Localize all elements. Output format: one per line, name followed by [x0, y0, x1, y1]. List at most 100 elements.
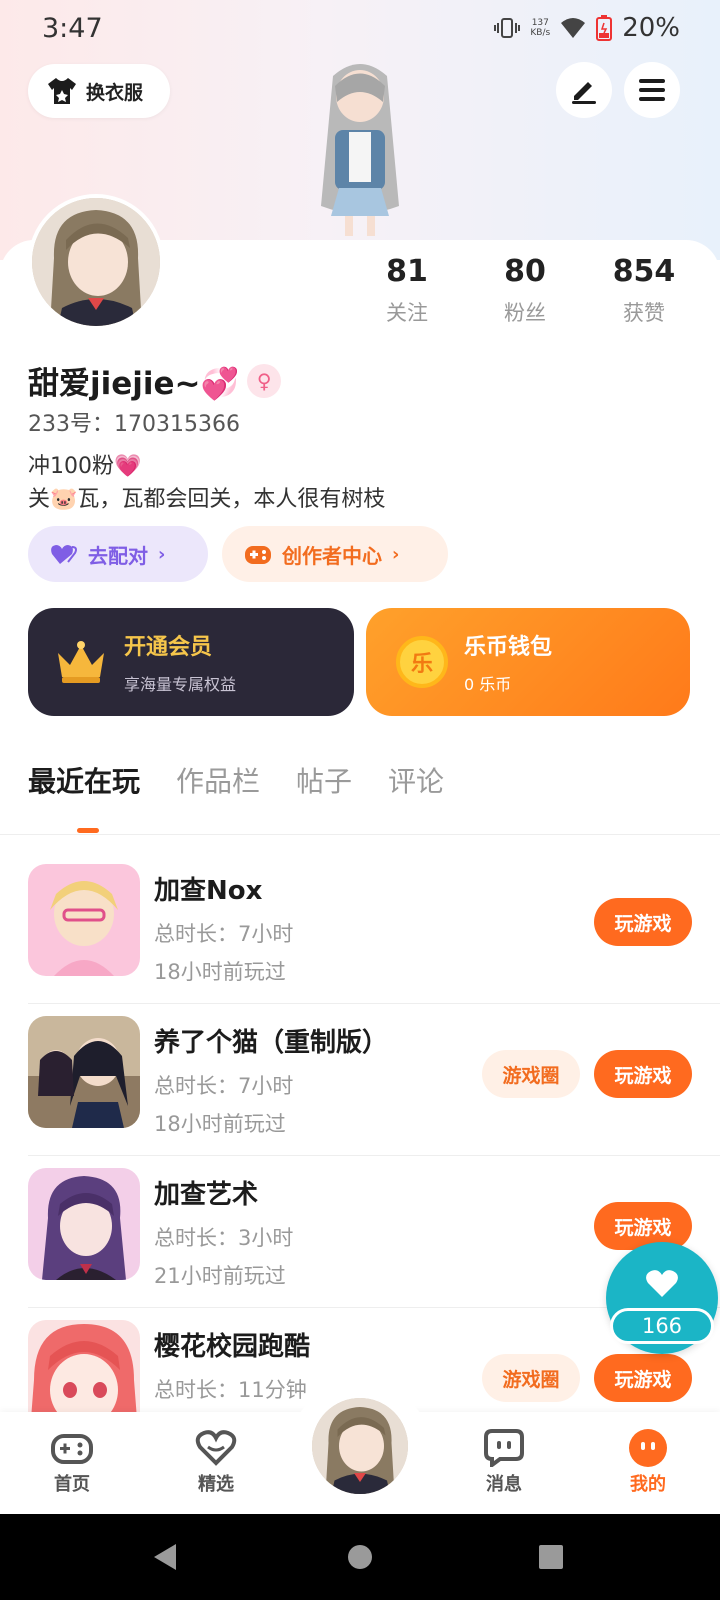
nickname: 甜爱jiejie~💞 ♀ [28, 358, 282, 403]
chevron-right-icon: › [392, 543, 400, 565]
chat-icon [484, 1429, 524, 1467]
game-cover [28, 864, 140, 976]
shirt-icon [48, 78, 76, 104]
gamepad-icon [245, 546, 271, 564]
coin-char: 乐 [410, 652, 433, 677]
crown-icon [58, 641, 104, 683]
game-cover [28, 1016, 140, 1128]
game-last-played: 21小时前玩过 [154, 1264, 286, 1288]
wardrobe-label: 换衣服 [86, 81, 144, 104]
bio-line-1: 冲100粉💗 [28, 454, 142, 479]
like-count: 166 [610, 1308, 714, 1344]
status-bar: 3:47 137 KB/s 20% [0, 0, 720, 56]
battery-icon [596, 15, 613, 41]
tab-indicator [77, 828, 99, 833]
wallet-card[interactable]: 乐 乐币钱包 0 乐币 [366, 608, 690, 716]
bio: 冲100粉💗 关🐷瓦，瓦都会回关，本人很有树枝 [28, 450, 385, 516]
profile-face-icon [629, 1429, 667, 1467]
wallet-balance: 0 乐币 [464, 675, 512, 694]
avatar-image [32, 198, 160, 326]
vip-card[interactable]: 开通会员 享海量专属权益 [28, 608, 354, 716]
game-duration: 总时长：11分钟 [154, 1378, 307, 1402]
game-name: 加查Nox [154, 876, 263, 906]
profile-avatar[interactable] [28, 194, 164, 330]
tabs: 最近在玩 作品栏 帖子 评论 [28, 760, 444, 800]
play-game-button[interactable]: 玩游戏 [594, 898, 692, 946]
status-time: 3:47 [42, 12, 103, 44]
game-name: 樱花校园跑酷 [154, 1332, 311, 1362]
stat-fans[interactable]: 80 粉丝 [475, 254, 575, 327]
play-game-button[interactable]: 玩游戏 [594, 1050, 692, 1098]
stat-likes-label: 获赞 [623, 301, 665, 325]
creator-label: 创作者中心 [282, 543, 382, 568]
system-nav-bar [0, 1514, 720, 1600]
game-row[interactable]: 加查Nox 总时长：7小时 18小时前玩过 玩游戏 [28, 852, 720, 1004]
coin-icon: 乐 [396, 636, 448, 688]
nav-mine-label: 我的 [630, 1474, 666, 1495]
game-circle-button[interactable]: 游戏圈 [482, 1354, 580, 1402]
net-speed: 137 KB/s [530, 18, 551, 38]
game-duration: 总时长：7小时 [154, 922, 294, 946]
stat-fans-label: 粉丝 [504, 301, 546, 325]
back-icon[interactable] [152, 1542, 178, 1572]
tabs-divider [0, 834, 720, 835]
wallet-title: 乐币钱包 [464, 635, 553, 660]
character-figure [321, 64, 399, 236]
creator-center-button[interactable]: 创作者中心 › [222, 526, 448, 582]
play-game-button[interactable]: 玩游戏 [594, 1354, 692, 1402]
nav-featured[interactable]: 精选 [166, 1426, 266, 1496]
wifi-icon [561, 18, 586, 38]
stat-following-num: 81 [386, 254, 428, 289]
home-icon[interactable] [347, 1544, 373, 1570]
menu-icon [639, 79, 665, 101]
avatar-image [312, 1398, 408, 1494]
nav-messages[interactable]: 消息 [454, 1426, 554, 1496]
vibrate-icon [494, 18, 521, 38]
nav-featured-label: 精选 [198, 1474, 234, 1495]
bio-line-2: 关🐷瓦，瓦都会回关，本人很有树枝 [28, 487, 386, 512]
tab-works[interactable]: 作品栏 [176, 760, 260, 800]
tab-comments[interactable]: 评论 [388, 760, 444, 800]
stat-likes-num: 854 [612, 254, 676, 289]
wardrobe-button[interactable]: 换衣服 [28, 64, 170, 118]
nav-home-label: 首页 [54, 1474, 90, 1495]
game-duration: 总时长：3小时 [154, 1226, 294, 1250]
stat-following-label: 关注 [386, 301, 428, 325]
match-label: 去配对 [88, 543, 148, 568]
status-icons: 137 KB/s 20% [494, 13, 680, 43]
game-name: 加查艺术 [154, 1180, 259, 1210]
game-name: 养了个猫（重制版） [154, 1028, 389, 1058]
gamepad-icon [51, 1434, 93, 1464]
nickname-text: 甜爱jiejie~💞 [28, 366, 240, 402]
hearts-icon [51, 545, 77, 564]
vip-title: 开通会员 [124, 635, 213, 660]
recents-icon[interactable] [538, 1544, 564, 1570]
female-icon: ♀ [247, 363, 282, 398]
stat-following[interactable]: 81 关注 [357, 254, 457, 327]
stat-fans-num: 80 [504, 254, 546, 289]
nav-home[interactable]: 首页 [22, 1426, 122, 1496]
game-duration: 总时长：7小时 [154, 1074, 294, 1098]
heart-icon [646, 1270, 678, 1297]
game-circle-button[interactable]: 游戏圈 [482, 1050, 580, 1098]
stat-likes[interactable]: 854 获赞 [594, 254, 694, 327]
play-game-button[interactable]: 玩游戏 [594, 1202, 692, 1250]
edit-button[interactable] [556, 62, 612, 118]
nav-center-avatar-button[interactable] [308, 1394, 412, 1498]
battery-percent: 20% [622, 13, 680, 43]
tab-recent[interactable]: 最近在玩 [28, 760, 140, 800]
game-last-played: 18小时前玩过 [154, 960, 286, 984]
nav-messages-label: 消息 [486, 1474, 522, 1495]
game-cover [28, 1168, 140, 1280]
nav-mine[interactable]: 我的 [598, 1426, 698, 1496]
game-row[interactable]: 养了个猫（重制版） 总时长：7小时 18小时前玩过 游戏圈 玩游戏 [28, 1004, 720, 1156]
match-button[interactable]: 去配对 › [28, 526, 208, 582]
heart-outline-icon [195, 1430, 237, 1466]
chevron-right-icon: › [158, 543, 166, 565]
tab-posts[interactable]: 帖子 [296, 760, 352, 800]
vip-subtitle: 享海量专属权益 [124, 675, 237, 694]
menu-button[interactable] [624, 62, 680, 118]
user-id: 233号：170315366 [28, 412, 240, 437]
game-last-played: 18小时前玩过 [154, 1112, 286, 1136]
pencil-icon [572, 82, 596, 104]
